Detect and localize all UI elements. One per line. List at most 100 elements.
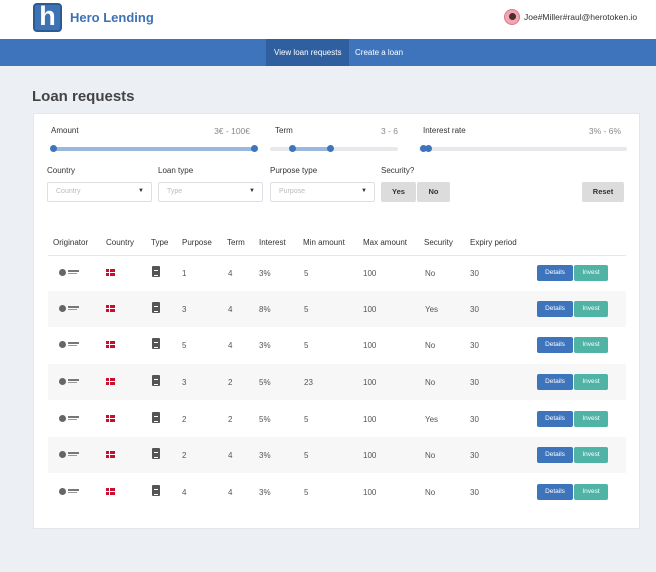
cell-term: 4 <box>228 305 233 314</box>
details-button[interactable]: Details <box>537 265 573 281</box>
details-button[interactable]: Details <box>537 301 573 317</box>
denmark-flag-icon <box>106 451 115 458</box>
chevron-down-icon: ▼ <box>361 188 367 194</box>
details-button[interactable]: Details <box>537 447 573 463</box>
header-expiry-period: Expiry period <box>470 238 517 247</box>
cell-security: No <box>425 269 436 278</box>
cell-security: Yes <box>425 415 439 424</box>
tab-view-loan-requests[interactable]: View loan requests <box>266 39 350 66</box>
denmark-flag-icon <box>106 415 115 422</box>
cell-expiry: 30 <box>470 269 479 278</box>
avatar[interactable] <box>504 9 520 25</box>
invest-button[interactable]: Invest <box>574 265 608 281</box>
details-button[interactable]: Details <box>537 374 573 390</box>
details-button[interactable]: Details <box>537 411 573 427</box>
country-placeholder: Country <box>56 188 81 195</box>
cell-expiry: 30 <box>470 341 479 350</box>
amount-label: Amount <box>51 126 79 135</box>
amount-min-handle[interactable] <box>50 145 57 152</box>
amount-max-handle[interactable] <box>251 145 258 152</box>
cell-term: 4 <box>228 269 233 278</box>
purpose-type-label: Purpose type <box>270 166 318 175</box>
security-yes-button[interactable]: Yes <box>381 182 416 202</box>
interest-slider[interactable] <box>419 145 627 152</box>
cell-term: 4 <box>228 341 233 350</box>
brand-name[interactable]: Hero Lending <box>70 10 154 25</box>
header-security: Security <box>424 238 453 247</box>
header-purpose: Purpose <box>182 238 212 247</box>
cell-security: Yes <box>425 305 439 314</box>
cell-min-amount: 5 <box>304 269 309 278</box>
amount-slider[interactable] <box>50 145 258 152</box>
cell-interest: 3% <box>259 488 271 497</box>
denmark-flag-icon <box>106 488 115 495</box>
header-type: Type <box>151 238 169 247</box>
cell-min-amount: 5 <box>304 305 309 314</box>
cell-expiry: 30 <box>470 451 479 460</box>
table-row[interactable]: 5 4 3% 5 100 No 30 Details Invest <box>48 327 626 363</box>
table-row[interactable]: 2 2 5% 5 100 Yes 30 Details Invest <box>48 401 626 437</box>
cell-expiry: 30 <box>470 378 479 387</box>
chevron-down-icon: ▼ <box>249 188 255 194</box>
table-row[interactable]: 1 4 3% 5 100 No 30 Details Invest <box>48 255 626 291</box>
cell-term: 4 <box>228 451 233 460</box>
originator-logo-icon <box>59 305 81 312</box>
page-title: Loan requests <box>32 88 135 105</box>
cell-expiry: 30 <box>470 415 479 424</box>
cell-interest: 8% <box>259 305 271 314</box>
term-slider[interactable] <box>270 145 398 152</box>
details-button[interactable]: Details <box>537 484 573 500</box>
user-id[interactable]: Joe#Miller#raul@herotoken.io <box>524 12 637 22</box>
interest-max-handle[interactable] <box>425 145 432 152</box>
table-row[interactable]: 4 4 3% 5 100 No 30 Details Invest <box>48 474 626 510</box>
invest-button[interactable]: Invest <box>574 411 608 427</box>
term-slider-fill <box>292 147 330 151</box>
denmark-flag-icon <box>106 378 115 385</box>
cell-security: No <box>425 451 436 460</box>
security-no-button[interactable]: No <box>417 182 450 202</box>
invest-button[interactable]: Invest <box>574 337 608 353</box>
cell-purpose: 4 <box>182 488 187 497</box>
cell-min-amount: 5 <box>304 415 309 424</box>
table-row[interactable]: 2 4 3% 5 100 No 30 Details Invest <box>48 437 626 473</box>
logo-letter: h <box>39 1 56 31</box>
invest-button[interactable]: Invest <box>574 301 608 317</box>
cell-purpose: 2 <box>182 451 187 460</box>
originator-logo-icon <box>59 451 81 458</box>
cell-max-amount: 100 <box>363 488 377 497</box>
term-max-handle[interactable] <box>327 145 334 152</box>
term-min-handle[interactable] <box>289 145 296 152</box>
loan-type-select[interactable]: Type ▼ <box>158 182 263 202</box>
originator-logo-icon <box>59 269 81 276</box>
cell-purpose: 3 <box>182 378 187 387</box>
cell-security: No <box>425 341 436 350</box>
country-select[interactable]: Country ▼ <box>47 182 152 202</box>
invest-button[interactable]: Invest <box>574 447 608 463</box>
document-icon <box>152 375 160 386</box>
cell-max-amount: 100 <box>363 415 377 424</box>
invest-button[interactable]: Invest <box>574 374 608 390</box>
table-row[interactable]: 3 4 8% 5 100 Yes 30 Details Invest <box>48 291 626 327</box>
cell-purpose: 1 <box>182 269 187 278</box>
table-row[interactable]: 3 2 5% 23 100 No 30 Details Invest <box>48 364 626 400</box>
amount-range: 3€ - 100€ <box>214 126 250 136</box>
document-icon <box>152 485 160 496</box>
originator-logo-icon <box>59 341 81 348</box>
reset-button[interactable]: Reset <box>582 182 624 202</box>
document-icon <box>152 338 160 349</box>
header-originator: Originator <box>53 238 89 247</box>
interest-range: 3% - 6% <box>588 126 621 136</box>
invest-button[interactable]: Invest <box>574 484 608 500</box>
cell-max-amount: 100 <box>363 269 377 278</box>
loan-type-placeholder: Type <box>167 188 183 195</box>
cell-security: No <box>425 378 436 387</box>
cell-min-amount: 5 <box>304 341 309 350</box>
details-button[interactable]: Details <box>537 337 573 353</box>
cell-expiry: 30 <box>470 305 479 314</box>
logo-icon[interactable]: h <box>33 1 62 32</box>
tab-create-loan[interactable]: Create a loan <box>347 39 411 66</box>
purpose-type-select[interactable]: Purpose ▼ <box>270 182 375 202</box>
header-country: Country <box>106 238 135 247</box>
cell-term: 4 <box>228 488 233 497</box>
denmark-flag-icon <box>106 305 115 312</box>
